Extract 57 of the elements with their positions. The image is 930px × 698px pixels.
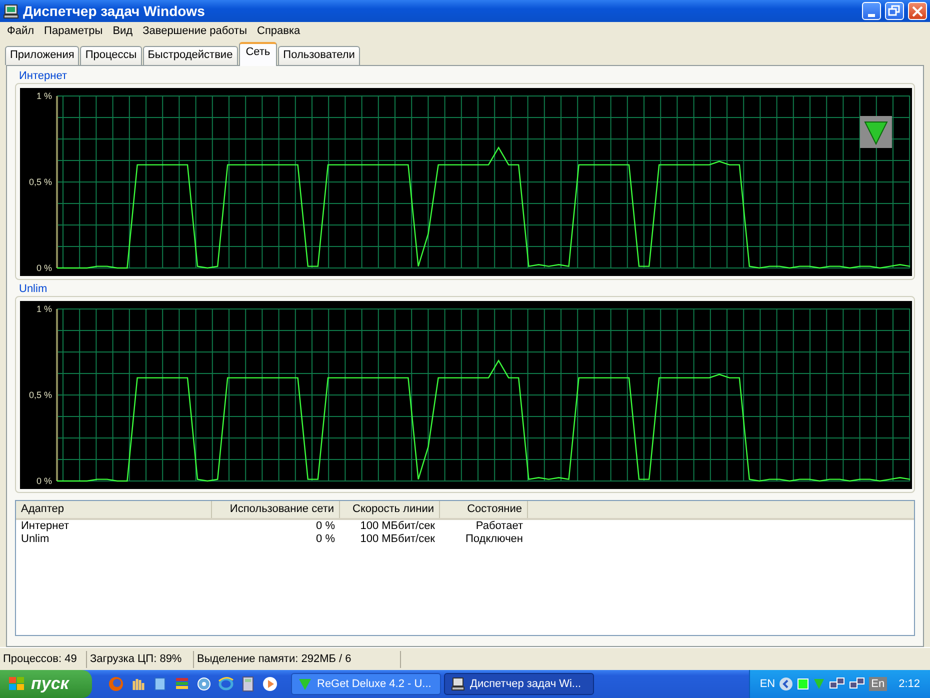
network-icon[interactable] — [849, 677, 866, 691]
graph-label: Интернет — [18, 70, 68, 83]
minimize-icon — [868, 14, 875, 16]
axis-label: 0 % — [36, 476, 52, 486]
axis-label: 0,5 % — [28, 177, 52, 187]
close-button[interactable] — [908, 2, 927, 20]
table-cell-text: 100 МБбит/сек — [359, 520, 436, 533]
column-header[interactable]: Использование сети — [212, 501, 340, 518]
square-icon[interactable] — [797, 678, 810, 690]
chevron-icon[interactable] — [779, 677, 794, 691]
internet-explorer-icon[interactable] — [218, 676, 234, 692]
axis-label: 0 % — [36, 263, 52, 273]
restore-button[interactable] — [885, 2, 904, 20]
restore-icon — [886, 3, 903, 19]
taskbar-button[interactable]: Диспетчер задач Wi... — [444, 673, 594, 695]
tab[interactable]: Приложения — [5, 46, 80, 65]
axis-label: 1 % — [36, 91, 52, 101]
tab[interactable]: Пользователи — [278, 46, 360, 65]
status-text: Процессов: 49 — [0, 650, 87, 668]
table-cell-text: Работает — [474, 520, 524, 533]
windows-logo-icon — [8, 676, 26, 692]
taskbar-button[interactable]: ReGet Deluxe 4.2 - U... — [291, 673, 441, 695]
axis-label: 1 % — [36, 304, 52, 314]
table-cell-text: 0 % — [315, 520, 336, 533]
tab[interactable]: Сеть — [238, 42, 278, 66]
status-text: Выделение памяти: 292МБ / 6 — [194, 650, 401, 668]
table-cell-text: Unlim — [20, 533, 50, 546]
minimize-button[interactable] — [862, 2, 881, 20]
column-header[interactable]: Состояние — [440, 501, 528, 518]
window-title: Диспетчер задач Windows — [23, 3, 206, 19]
menu-item[interactable]: Параметры — [39, 25, 108, 37]
column-header[interactable]: Адаптер — [16, 501, 212, 518]
computer-icon — [451, 677, 465, 691]
table-cell-text: Подключен — [464, 533, 524, 546]
tab[interactable]: Быстродействие — [142, 46, 238, 65]
axis-label: 0,5 % — [28, 390, 52, 400]
computer-icon — [3, 3, 19, 19]
graph-label: Unlim — [18, 283, 48, 296]
column-header[interactable]: Скорость линии — [340, 501, 440, 518]
table-cell-text: Интернет — [20, 520, 70, 533]
menu-item[interactable]: Справка — [252, 25, 306, 37]
menu-item[interactable]: Завершение работы — [138, 25, 252, 37]
media-player-icon[interactable] — [262, 676, 278, 692]
network-icon[interactable] — [829, 677, 846, 691]
document-icon[interactable] — [152, 676, 168, 692]
table-cell-text: 0 % — [315, 533, 336, 546]
menu-item[interactable]: Вид — [108, 25, 138, 37]
calculator-icon[interactable] — [240, 676, 256, 692]
table-cell-text: 100 МБбит/сек — [359, 533, 436, 546]
status-text: Загрузка ЦП: 89% — [87, 650, 194, 668]
gear-icon[interactable] — [196, 676, 212, 692]
tab[interactable]: Процессы — [80, 46, 142, 65]
books-icon[interactable] — [174, 676, 190, 692]
triangle-icon — [298, 677, 312, 691]
menu-item[interactable]: Файл — [2, 25, 40, 37]
clock: 2:12 — [898, 678, 920, 690]
keyboard-indicator[interactable]: En — [869, 677, 887, 691]
